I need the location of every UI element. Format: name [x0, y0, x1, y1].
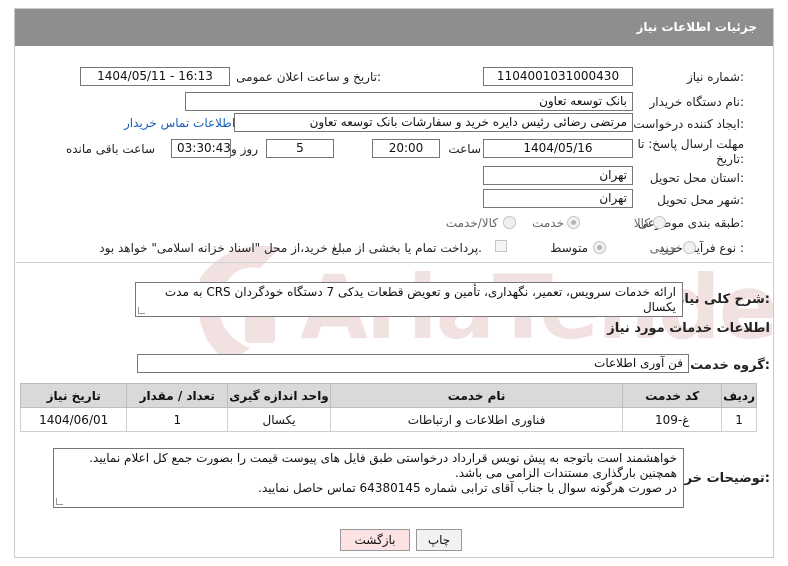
buyer-notes-line-1: خواهشمند است باتوجه به پیش نویس قرارداد …	[89, 451, 677, 465]
col-header-need-date: تاریخ نیاز	[19, 383, 128, 408]
deadline-time-label: ساعت	[448, 142, 481, 156]
creator-label: ایجاد کننده درخواست:	[633, 117, 744, 131]
announce-date-label: تاریخ و ساعت اعلان عمومی:	[236, 70, 381, 84]
panel-titlebar: جزئیات اطلاعات نیاز	[15, 9, 773, 46]
category-option-service: خدمت	[532, 216, 564, 230]
province-field[interactable]: تهران	[483, 166, 633, 185]
back-button[interactable]: بازگشت	[340, 529, 410, 551]
deadline-label: مهلت ارسال پاسخ: تا تاریخ:	[637, 137, 744, 166]
resize-grip-icon[interactable]	[138, 307, 145, 314]
days-label: روز و	[231, 142, 258, 156]
services-section-title: اطلاعات خدمات مورد نیاز	[607, 321, 770, 336]
service-group-field[interactable]: فن آوری اطلاعات	[137, 354, 689, 373]
cell-unit: یکسال	[227, 407, 331, 432]
deadline-date-field[interactable]: 1404/05/16	[483, 139, 633, 158]
cell-service-code: غ-109	[622, 407, 723, 432]
col-header-service-name: نام خدمت	[329, 383, 624, 408]
section-divider	[16, 262, 772, 263]
remaining-label: ساعت باقی مانده	[65, 142, 155, 156]
table-row: 1 غ-109 فناوری اطلاعات و ارتباطات یکسال …	[19, 407, 757, 432]
days-field[interactable]: 5	[266, 139, 334, 158]
treasury-payment-note: پرداخت تمام یا بخشی از مبلغ خرید،از محل …	[99, 241, 482, 255]
buyer-label: نام دستگاه خریدار:	[649, 95, 745, 109]
need-number-label: شماره نیاز:	[686, 70, 744, 84]
print-button[interactable]: چاپ	[416, 529, 462, 551]
city-label: شهر محل تحویل:	[657, 193, 744, 207]
table-header-row: ردیف کد خدمت نام خدمت واحد اندازه گیری ت…	[19, 383, 757, 408]
panel-title: جزئیات اطلاعات نیاز	[636, 20, 757, 34]
cell-need-date: 1404/06/01	[19, 407, 128, 432]
service-group-label: گروه خدمت:	[690, 358, 770, 373]
category-radio-goods-service[interactable]	[503, 216, 516, 229]
remaining-time-field[interactable]: 03:30:43	[171, 139, 231, 158]
province-label: استان محل تحویل:	[649, 171, 744, 185]
cell-quantity: 1	[126, 407, 229, 432]
cell-row-number: 1	[721, 407, 757, 432]
category-radio-goods[interactable]	[653, 216, 666, 229]
need-number-field[interactable]: 1104001031000430	[483, 67, 633, 86]
col-header-quantity: تعداد / مقدار	[126, 383, 229, 408]
buyer-notes-line-3: در صورت هرگونه سوال با جناب آقای ترابی ش…	[258, 481, 677, 495]
col-header-unit: واحد اندازه گیری	[227, 383, 331, 408]
city-field[interactable]: تهران	[483, 189, 633, 208]
cell-service-name: فناوری اطلاعات و ارتباطات	[329, 407, 624, 432]
process-radio-medium[interactable]	[593, 241, 606, 254]
deadline-time-field[interactable]: 20:00	[372, 139, 440, 158]
creator-field[interactable]: مرتضی رضائی رئیس دایره خرید و سفارشات با…	[234, 113, 633, 132]
category-option-goods: کالا	[633, 216, 650, 230]
buyer-notes-line-2: همچنین بارگذاری مستندات الزامی می باشد.	[454, 466, 677, 480]
category-radio-service[interactable]	[567, 216, 580, 229]
process-radio-minor[interactable]	[683, 241, 696, 254]
summary-label: شرح کلی نیاز:	[676, 292, 770, 307]
buyer-notes-textarea[interactable]: خواهشمند است باتوجه به پیش نویس قرارداد …	[53, 448, 684, 508]
category-option-goods-service: کالا/خدمت	[445, 216, 498, 230]
buyer-field[interactable]: بانک توسعه تعاون	[185, 92, 633, 111]
services-table: ردیف کد خدمت نام خدمت واحد اندازه گیری ت…	[19, 383, 757, 432]
summary-textarea[interactable]: ارائه خدمات سرویس، تعمیر، نگهداری، تأمین…	[135, 282, 683, 317]
col-header-service-code: کد خدمت	[622, 383, 723, 408]
process-option-medium: متوسط	[550, 241, 588, 255]
resize-grip-icon[interactable]	[56, 498, 63, 505]
treasury-payment-checkbox[interactable]	[495, 240, 507, 252]
buyer-contact-link[interactable]: اطلاعات تماس خریدار	[124, 116, 235, 130]
process-option-minor: جزیی	[649, 241, 677, 255]
announce-date-field[interactable]: 1404/05/11 - 16:13	[80, 67, 230, 86]
col-header-row-number: ردیف	[721, 383, 757, 408]
summary-text: ارائه خدمات سرویس، تعمیر، نگهداری، تأمین…	[164, 285, 676, 314]
